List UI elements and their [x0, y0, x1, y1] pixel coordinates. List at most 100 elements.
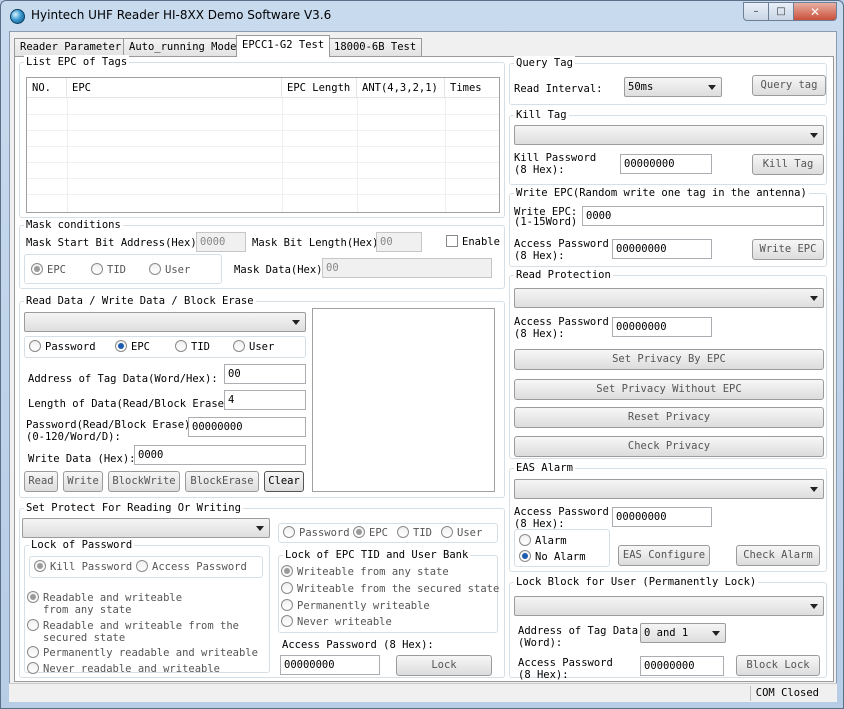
write-epc-input[interactable]: 0000: [582, 206, 824, 226]
mask-radio-epc[interactable]: EPC: [31, 263, 66, 276]
epc-tag-table[interactable]: NO. EPC EPC Length ANT(4,3,2,1) Times: [26, 77, 500, 213]
read-protection-select[interactable]: [514, 288, 824, 308]
kill-tag-group: Kill Tag Kill Password (8 Hex): 00000000…: [509, 108, 827, 185]
rw-radio-user[interactable]: User: [233, 340, 274, 353]
column-epc-length[interactable]: EPC Length: [282, 78, 357, 98]
mask-data-input[interactable]: 00: [322, 258, 492, 278]
read-protection-password-label: Access Password: [514, 316, 609, 328]
lock-block-password-label-2: (8 Hex):: [518, 669, 569, 681]
column-epc[interactable]: EPC: [67, 78, 282, 98]
rw-radio-password[interactable]: Password: [29, 340, 96, 353]
minimize-button[interactable]: –: [743, 2, 769, 21]
mask-enable-label: Enable: [462, 236, 500, 248]
radio-permanently-readable-writeable[interactable]: Permanently readable and writeable: [27, 646, 258, 659]
write-epc-button[interactable]: Write EPC: [752, 239, 824, 260]
mask-bit-length-input[interactable]: 00: [376, 232, 422, 252]
mask-radio-user[interactable]: User: [149, 263, 190, 276]
set-privacy-by-epc-button[interactable]: Set Privacy By EPC: [514, 349, 824, 370]
column-no[interactable]: NO.: [27, 78, 67, 98]
reset-privacy-button[interactable]: Reset Privacy: [514, 407, 824, 428]
lock-block-password-input[interactable]: 00000000: [640, 656, 724, 676]
read-write-group: Read Data / Write Data / Block Erase Pas…: [19, 294, 505, 498]
radio-readable-writeable-any[interactable]: Readable and writeable: [27, 591, 182, 604]
write-epc-password-input[interactable]: 00000000: [612, 239, 712, 259]
radio-label: TID: [413, 527, 432, 539]
close-button[interactable]: ✕: [794, 2, 837, 21]
rw-length-input[interactable]: 4: [224, 390, 306, 410]
read-interval-label: Read Interval:: [514, 83, 603, 95]
radio-label: Password: [45, 341, 96, 353]
block-lock-button[interactable]: Block Lock: [736, 655, 820, 676]
radio-writeable-secured[interactable]: Writeable from the secured state: [281, 582, 499, 595]
protect-radio-tid[interactable]: TID: [397, 526, 432, 539]
query-tag-button[interactable]: Query tag: [752, 75, 826, 96]
title-bar[interactable]: Hyintech UHF Reader HI-8XX Demo Software…: [1, 1, 843, 31]
tab-auto-running-mode[interactable]: Auto_running Mode: [123, 38, 243, 56]
mask-start-bit-input[interactable]: 0000: [196, 232, 246, 252]
eas-password-input[interactable]: 00000000: [612, 507, 712, 527]
kill-password-input[interactable]: 00000000: [620, 154, 712, 174]
set-privacy-without-epc-button[interactable]: Set Privacy Without EPC: [514, 379, 824, 400]
read-interval-select[interactable]: 50ms: [624, 77, 722, 97]
protect-radio-epc[interactable]: EPC: [353, 526, 388, 539]
radio-icon: [31, 263, 43, 275]
radio-icon: [175, 340, 187, 352]
rw-write-data-input[interactable]: 0000: [134, 445, 306, 465]
lock-block-address-select[interactable]: 0 and 1: [640, 623, 726, 643]
radio-writeable-any[interactable]: Writeable from any state: [281, 565, 449, 578]
radio-alarm[interactable]: Alarm: [519, 534, 567, 547]
column-times[interactable]: Times: [445, 78, 499, 98]
radio-icon: [281, 599, 293, 611]
read-protection-password-input[interactable]: 00000000: [612, 317, 712, 337]
lock-block-address-label-2: (Word):: [518, 637, 563, 649]
kill-tag-button[interactable]: Kill Tag: [752, 154, 824, 175]
eas-alarm-radios: Alarm No Alarm: [514, 529, 610, 567]
window-title: Hyintech UHF Reader HI-8XX Demo Software…: [31, 8, 332, 22]
column-ant[interactable]: ANT(4,3,2,1): [357, 78, 445, 98]
check-alarm-button[interactable]: Check Alarm: [736, 545, 820, 566]
radio-access-password[interactable]: Access Password: [136, 560, 247, 573]
protect-radio-user[interactable]: User: [441, 526, 482, 539]
rw-address-input[interactable]: 00: [224, 364, 306, 384]
radio-no-alarm[interactable]: No Alarm: [519, 550, 586, 563]
read-data-output-box[interactable]: [312, 308, 495, 492]
protect-access-password-input[interactable]: 00000000: [280, 655, 380, 675]
block-erase-button[interactable]: BlockErase: [185, 471, 259, 492]
chevron-down-icon: [810, 487, 818, 492]
chevron-down-icon: [810, 604, 818, 609]
protect-tag-select[interactable]: [22, 518, 270, 538]
com-status: COM Closed: [749, 686, 819, 701]
check-privacy-button[interactable]: Check Privacy: [514, 436, 824, 457]
radio-kill-password[interactable]: Kill Password: [34, 560, 132, 573]
read-write-title: Read Data / Write Data / Block Erase: [24, 294, 256, 308]
read-button[interactable]: Read: [24, 471, 58, 492]
rw-radio-epc[interactable]: EPC: [115, 340, 150, 353]
tab-epcc1-g2-test[interactable]: EPCC1-G2 Test: [236, 35, 331, 57]
clear-button[interactable]: Clear: [264, 471, 304, 492]
radio-label-line2: from any state: [43, 604, 132, 616]
lock-block-select[interactable]: [514, 596, 824, 616]
block-write-button[interactable]: BlockWrite: [108, 471, 180, 492]
kill-tag-select[interactable]: [514, 125, 824, 145]
eas-configure-button[interactable]: EAS Configure: [618, 545, 710, 566]
lock-button[interactable]: Lock: [396, 655, 492, 676]
mask-radio-tid[interactable]: TID: [91, 263, 126, 276]
protect-radio-password[interactable]: Password: [283, 526, 350, 539]
maximize-button[interactable]: □: [769, 2, 794, 21]
write-button[interactable]: Write: [63, 471, 103, 492]
close-icon: ✕: [809, 4, 821, 19]
radio-permanently-writeable[interactable]: Permanently writeable: [281, 599, 430, 612]
eas-select[interactable]: [514, 479, 824, 499]
mask-enable-checkbox[interactable]: Enable: [446, 235, 500, 248]
read-interval-value: 50ms: [628, 81, 654, 93]
rw-radio-tid[interactable]: TID: [175, 340, 210, 353]
rw-tag-select[interactable]: [24, 312, 306, 332]
radio-readable-writeable-secured[interactable]: Readable and writeable from the: [27, 619, 239, 632]
tab-18000-6b-test[interactable]: 18000-6B Test: [328, 38, 423, 56]
rw-password-label-2: (0-120/Word/D):: [26, 431, 121, 443]
rw-password-input[interactable]: 00000000: [188, 417, 306, 437]
protect-group: Set Protect For Reading Or Writing Lock …: [19, 501, 505, 678]
tab-reader-parameter[interactable]: Reader Parameter: [14, 38, 128, 56]
radio-never-readable-writeable[interactable]: Never readable and writeable: [27, 662, 220, 675]
radio-never-writeable[interactable]: Never writeable: [281, 615, 392, 628]
